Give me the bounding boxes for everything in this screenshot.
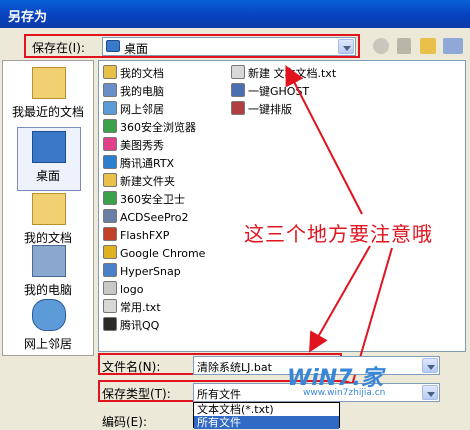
watermark: WiN7.家 www.win7zhijia.cn xyxy=(283,358,443,408)
arrow-to-filename xyxy=(309,245,371,353)
arrow-to-save-in xyxy=(285,65,363,215)
filetype-option-all[interactable]: 所有文件 xyxy=(194,416,339,429)
encoding-label: 编码(E): xyxy=(102,415,147,429)
watermark-url: www.win7zhijia.cn xyxy=(303,388,386,398)
filename-value: 清除系统LJ.bat xyxy=(197,361,272,374)
filetype-value: 所有文件 xyxy=(197,388,241,401)
filename-label: 文件名(N): xyxy=(102,360,161,374)
filetype-label: 保存类型(T): xyxy=(102,387,171,401)
